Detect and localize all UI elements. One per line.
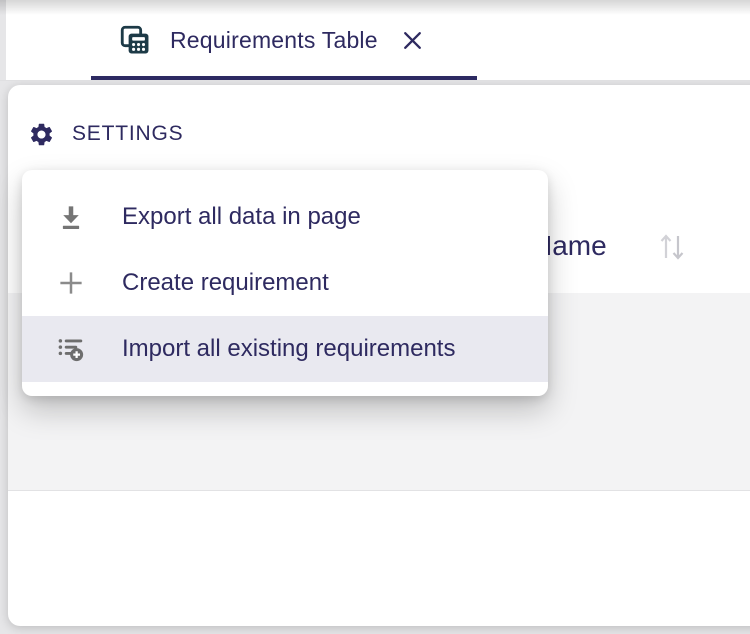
tab-bar-divider [0, 80, 750, 81]
settings-menu: Export all data in page Create requireme… [22, 170, 548, 396]
table-view-icon [118, 23, 152, 57]
settings-button[interactable]: SETTINGS [28, 119, 183, 149]
download-icon [56, 202, 86, 232]
menu-item-label: Create requirement [122, 269, 329, 297]
sort-arrows-icon[interactable] [658, 230, 686, 264]
gear-icon [28, 121, 55, 148]
clipped-icon-fragment [746, 236, 750, 250]
tab-bar: Requirements Table [6, 0, 750, 80]
menu-item-create[interactable]: Create requirement [22, 250, 548, 316]
menu-item-label: Export all data in page [122, 203, 361, 231]
menu-item-export[interactable]: Export all data in page [22, 184, 548, 250]
settings-label: SETTINGS [72, 122, 183, 146]
tab-label: Requirements Table [170, 27, 378, 54]
menu-item-label: Import all existing requirements [122, 335, 455, 363]
tab-requirements-table[interactable]: Requirements Table [118, 0, 425, 80]
menu-item-import[interactable]: Import all existing requirements [22, 316, 548, 382]
plus-icon [56, 268, 86, 298]
playlist-add-icon [56, 333, 86, 365]
close-x-icon[interactable] [400, 28, 425, 53]
